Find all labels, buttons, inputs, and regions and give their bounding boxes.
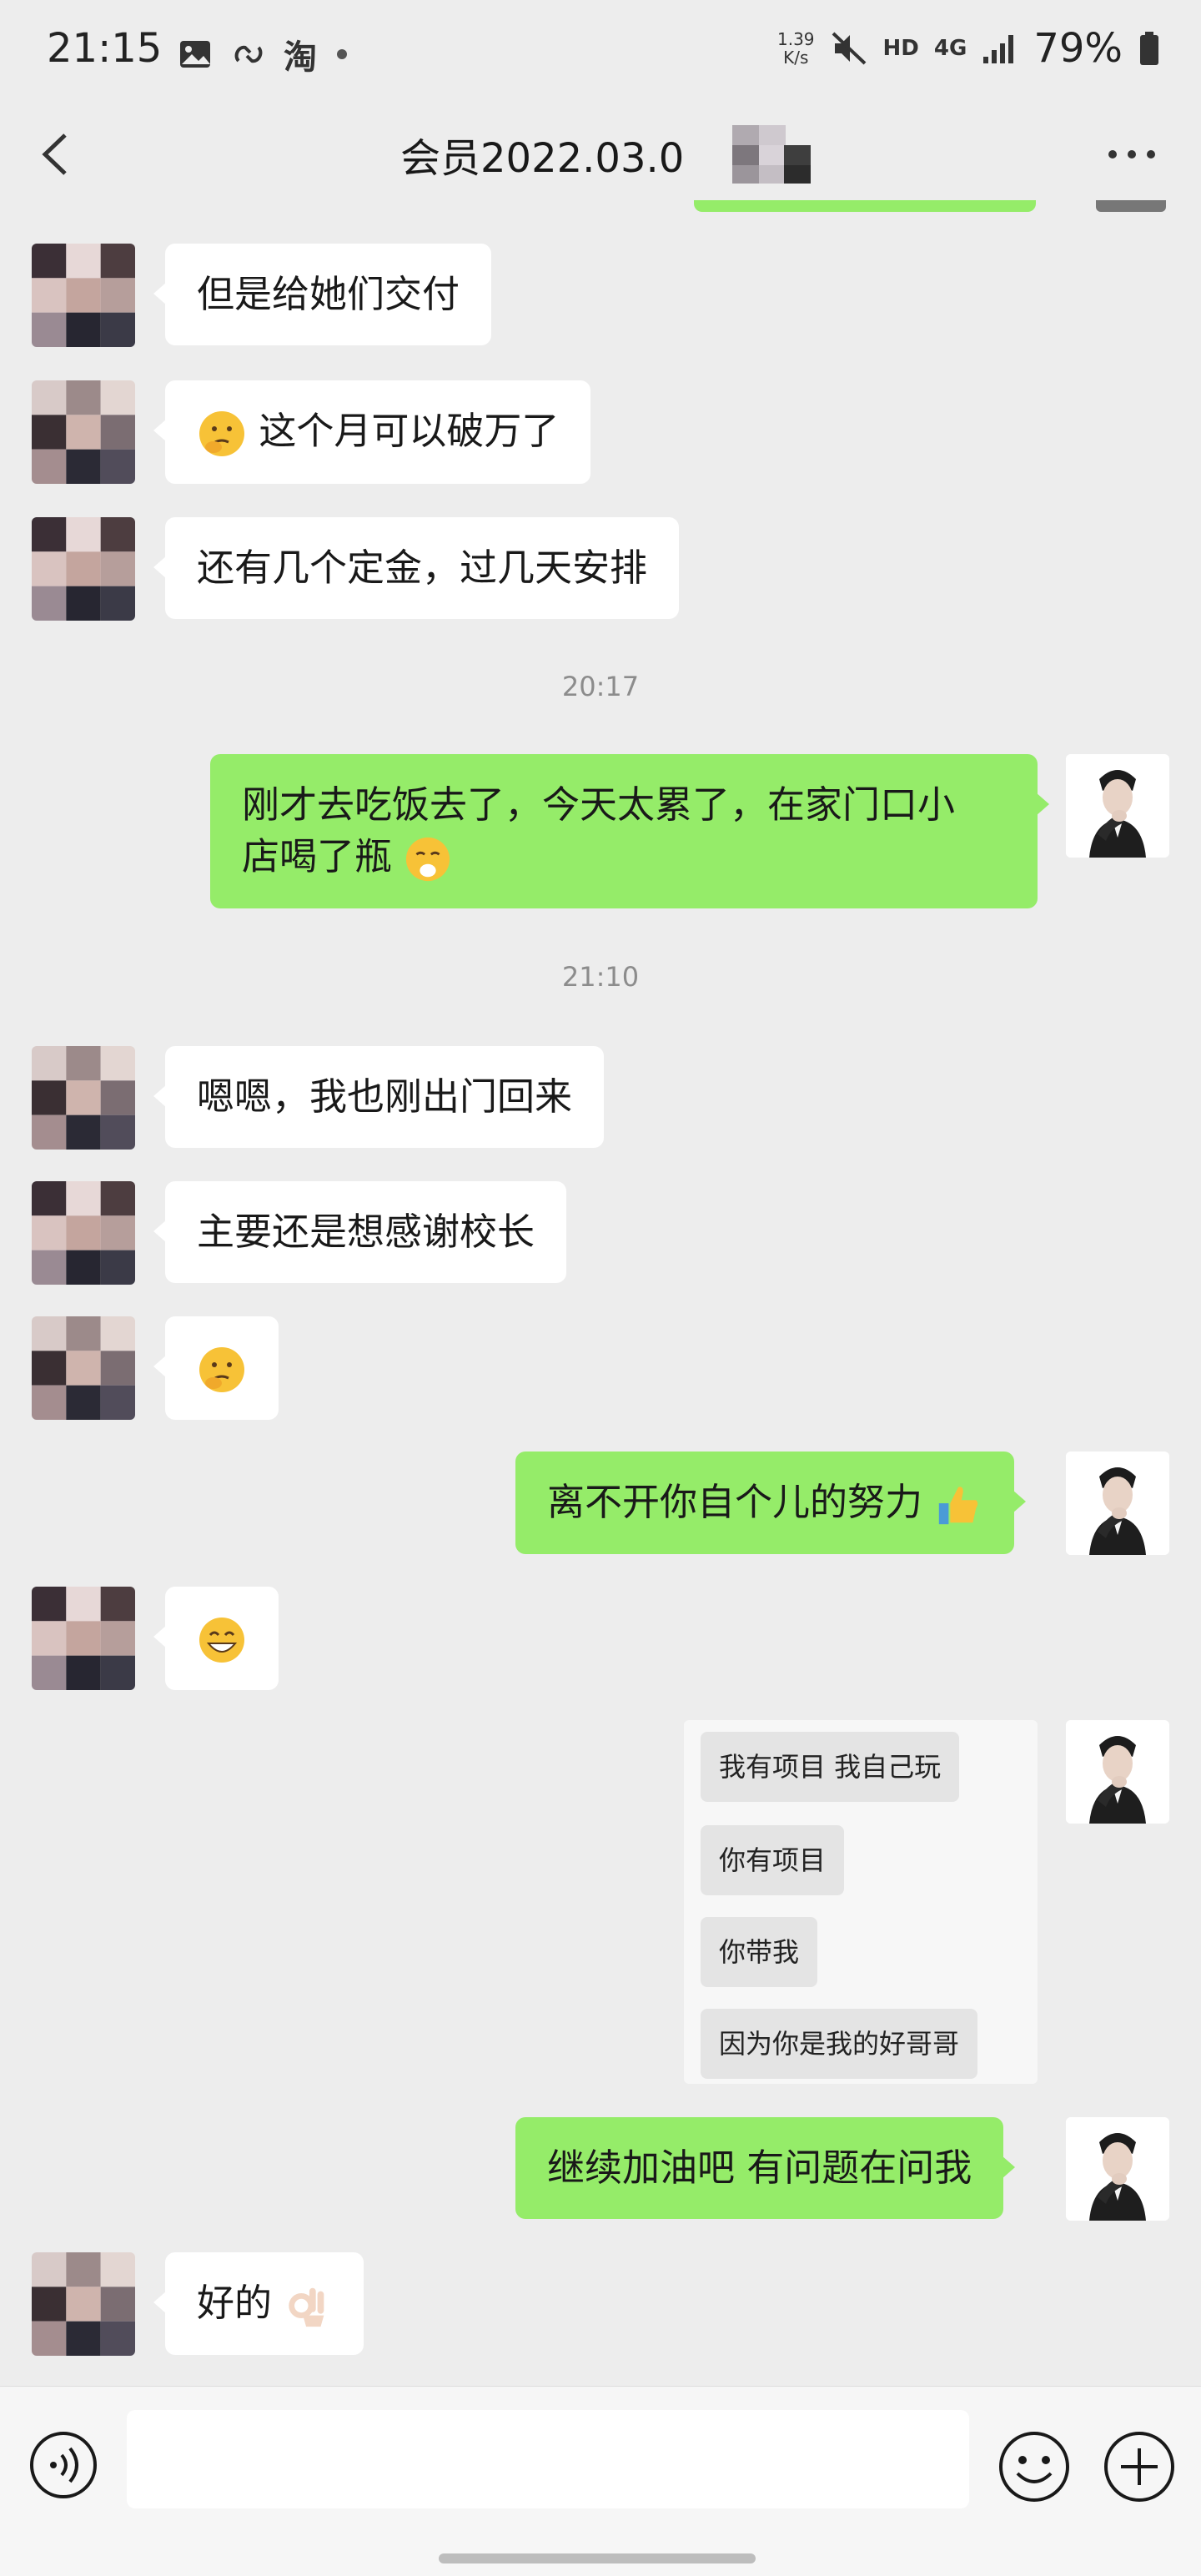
chat-header: 会员2022.03.0 [0, 100, 1201, 209]
contact-avatar[interactable] [32, 1587, 135, 1690]
grinning-face-icon [199, 1618, 244, 1663]
previous-message-avatar [1096, 200, 1166, 212]
image-text-line: 你带我 [701, 1917, 818, 1987]
gallery-icon [180, 41, 210, 68]
message-text: 好的 [197, 2281, 273, 2325]
net-speed: 1.39 K/s [777, 30, 815, 67]
censored-mosaic [732, 125, 811, 184]
status-left-icons: 淘 [177, 30, 350, 78]
message-bubble: 刚才去吃饭去了，今天太累了，在家门口小 店喝了瓶 [210, 754, 1049, 908]
message-bubble [153, 1316, 279, 1420]
hd-label: HD [882, 36, 919, 61]
link-icon [234, 45, 263, 63]
notification-dot-icon [337, 49, 347, 59]
contact-avatar[interactable] [32, 517, 135, 621]
contact-avatar[interactable] [32, 380, 135, 484]
message-text: 这个月可以破万了 [259, 409, 560, 453]
emoji-picker-icon[interactable] [997, 2430, 1071, 2503]
image-message[interactable]: 我有项目 我自己玩 你有项目 你带我 因为你是我的好哥哥 [684, 1720, 1038, 2084]
image-text-line: 你有项目 [701, 1825, 845, 1895]
mute-icon [832, 32, 866, 65]
contact-avatar[interactable] [32, 1046, 135, 1150]
signal-icon [983, 35, 1014, 63]
contact-avatar[interactable] [32, 1316, 135, 1420]
image-text-line: 因为你是我的好哥哥 [701, 2009, 978, 2079]
message-text-line2: 店喝了瓶 [242, 834, 393, 878]
voice-input-icon[interactable] [28, 2430, 98, 2500]
message-text: 继续加油吧 有问题在问我 [547, 2146, 972, 2190]
network-type: 4G [933, 36, 967, 61]
message-bubble [153, 1587, 279, 1690]
net-speed-unit: K/s [783, 48, 809, 68]
message-input[interactable] [127, 2410, 969, 2508]
taobao-icon: 淘 [284, 38, 317, 77]
timestamp: 20:17 [561, 671, 640, 702]
message-text-continued: 店喝了瓶 [242, 831, 1006, 883]
message-text: 嗯嗯，我也刚出门回来 [197, 1074, 573, 1119]
shushing-face-icon [406, 837, 450, 882]
contact-avatar[interactable] [32, 2252, 135, 2356]
message-bubble: 离不开你自个儿的努力 [515, 1452, 1027, 1554]
thinking-face-icon [199, 411, 244, 456]
previous-message-bubble [694, 200, 1036, 212]
message-bubble: 主要还是想感谢校长 [153, 1181, 567, 1283]
timestamp: 21:10 [561, 961, 640, 993]
chat-title: 会员2022.03.0 [400, 135, 685, 182]
ok-hand-icon [289, 2287, 324, 2327]
my-avatar[interactable] [1066, 2117, 1169, 2221]
contact-avatar[interactable] [32, 1181, 135, 1285]
input-bar [0, 2386, 1201, 2576]
message-bubble: 还有几个定金，过几天安排 [153, 517, 680, 619]
image-text-line: 我有项目 我自己玩 [701, 1732, 960, 1802]
home-indicator[interactable] [439, 2553, 756, 2563]
message-bubble: 但是给她们交付 [153, 244, 492, 345]
message-bubble: 这个月可以破万了 [153, 380, 591, 484]
my-avatar[interactable] [1066, 1452, 1169, 1555]
status-right: 1.39 K/s HD 4G 79% [777, 25, 1161, 72]
message-bubble: 继续加油吧 有问题在问我 [515, 2117, 1016, 2219]
message-text: 主要还是想感谢校长 [197, 1210, 535, 1254]
my-avatar[interactable] [1066, 754, 1169, 858]
message-text: 但是给她们交付 [197, 272, 460, 316]
status-time: 21:15 [47, 25, 163, 72]
message-text: 还有几个定金，过几天安排 [197, 546, 648, 590]
message-text: 离不开你自个儿的努力 [547, 1480, 923, 1524]
thumbs-up-icon [939, 1487, 978, 1525]
battery-icon [1140, 32, 1158, 65]
status-bar: 21:15 淘 1.39 K/s HD 4G 79% [0, 0, 1201, 100]
more-actions-plus-icon[interactable] [1103, 2430, 1176, 2503]
net-speed-value: 1.39 [777, 29, 815, 49]
my-avatar[interactable] [1066, 1720, 1169, 1824]
message-bubble: 好的 [153, 2252, 364, 2355]
more-options-icon[interactable] [1103, 133, 1161, 175]
battery-percent: 79% [1033, 25, 1123, 72]
back-arrow-icon[interactable] [30, 125, 80, 184]
message-text: 刚才去吃饭去了，今天太累了，在家门口小 [242, 782, 956, 827]
message-bubble: 嗯嗯，我也刚出门回来 [153, 1046, 605, 1148]
thinking-face-icon [199, 1347, 244, 1392]
contact-avatar[interactable] [32, 244, 135, 347]
